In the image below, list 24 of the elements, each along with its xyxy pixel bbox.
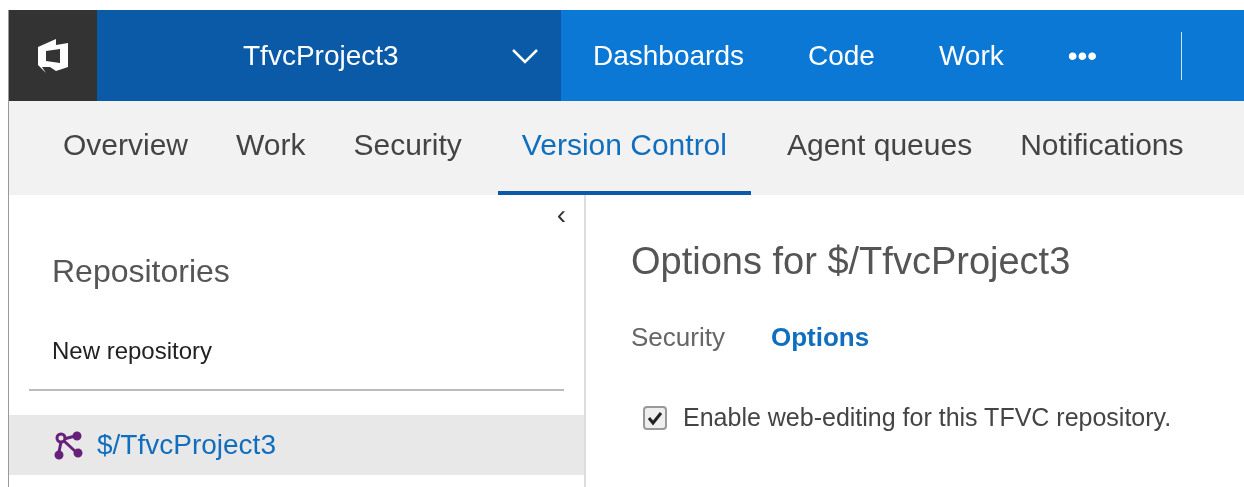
checkbox[interactable] bbox=[643, 405, 667, 430]
page-title: Options for $/TfvcProject3 bbox=[631, 239, 1072, 284]
logo-tile[interactable] bbox=[9, 10, 97, 101]
repository-icon bbox=[53, 430, 83, 460]
chevron-down-icon bbox=[511, 47, 539, 64]
tab[interactable]: Overview bbox=[51, 112, 201, 195]
section-tab[interactable]: Security bbox=[631, 318, 725, 357]
tab[interactable]: Security bbox=[341, 112, 474, 195]
section-tab[interactable]: Options bbox=[770, 318, 870, 357]
collapse-button[interactable]: ‹ bbox=[556, 201, 566, 229]
nav-link[interactable]: ••• bbox=[1067, 34, 1098, 77]
nav-link[interactable]: Work bbox=[938, 34, 1004, 77]
nav-link[interactable]: Dashboards bbox=[593, 34, 744, 77]
sidebar-title: Repositories bbox=[51, 252, 231, 291]
checkbox-label: Enable web-editing for this TFVC repository. bbox=[683, 402, 1172, 433]
check-icon bbox=[647, 409, 663, 426]
tab[interactable]: Agent queues bbox=[774, 112, 985, 195]
nav-link[interactable]: Code bbox=[808, 34, 875, 77]
project-selector[interactable]: TfvcProject3 bbox=[97, 10, 561, 101]
new-repository-link[interactable]: New repository bbox=[9, 333, 213, 369]
tab[interactable]: Work bbox=[224, 112, 318, 195]
repository-item[interactable]: $/TfvcProject3 bbox=[9, 415, 584, 475]
tab[interactable]: Version Control bbox=[497, 112, 751, 195]
tab[interactable]: Notifications bbox=[1008, 112, 1196, 195]
